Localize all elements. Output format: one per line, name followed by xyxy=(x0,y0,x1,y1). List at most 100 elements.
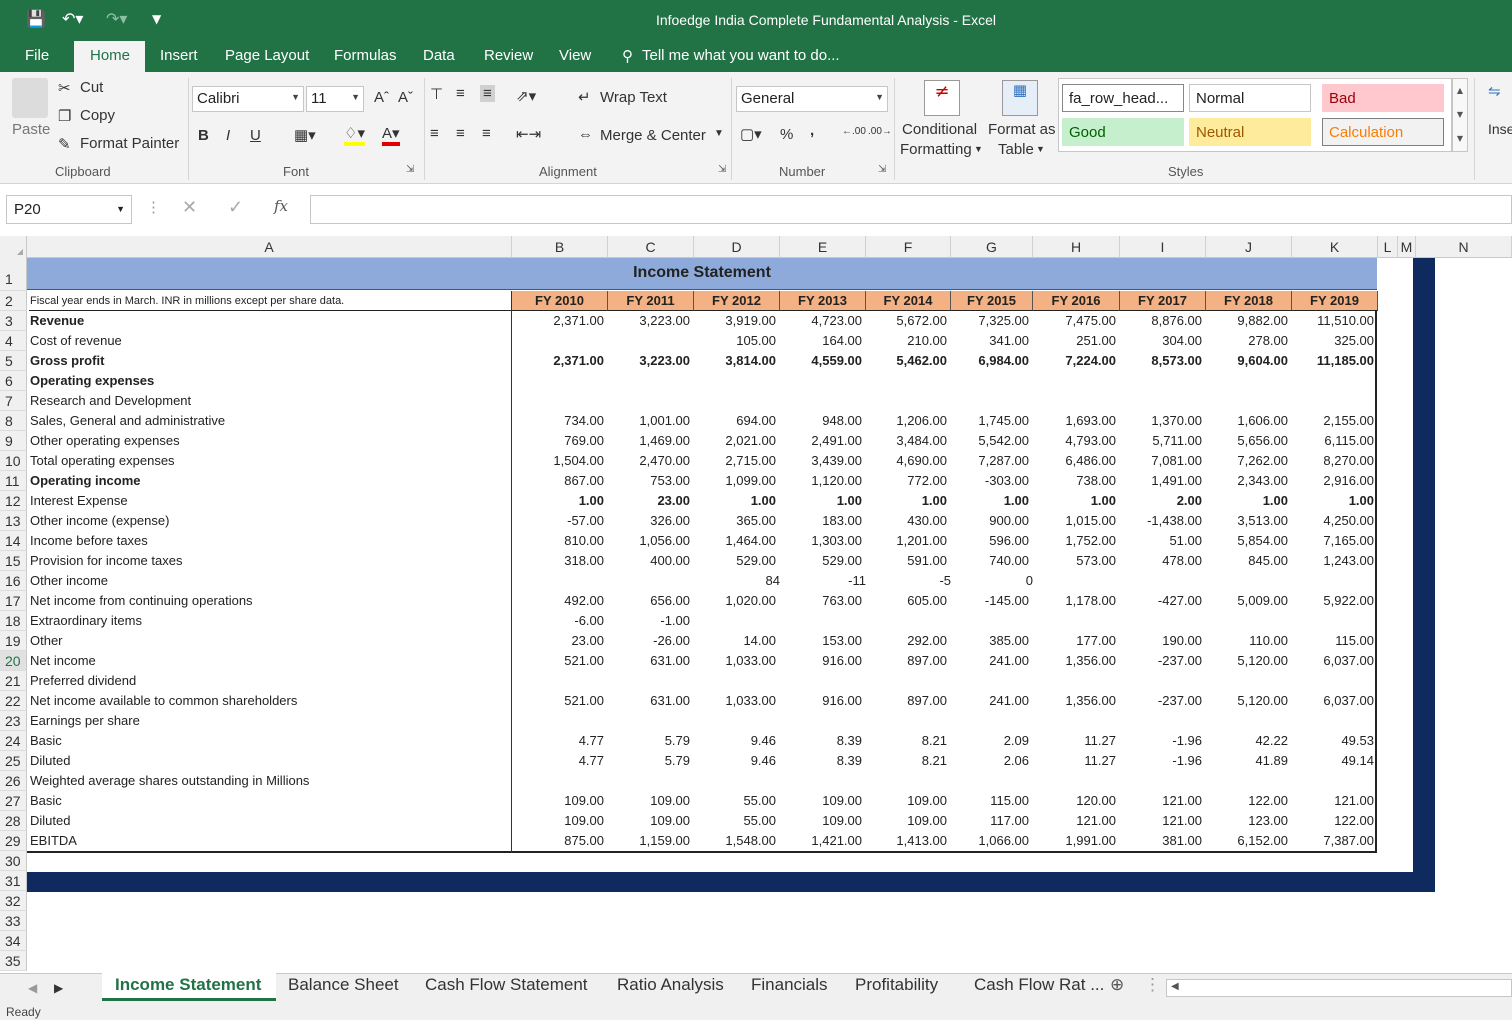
row-label[interactable]: Total operating expenses xyxy=(29,451,511,471)
data-cell[interactable]: 738.00 xyxy=(1033,471,1120,491)
data-cell[interactable]: 153.00 xyxy=(780,631,866,651)
year-header[interactable]: FY 2017 xyxy=(1120,291,1206,311)
data-cell[interactable]: 2,715.00 xyxy=(694,451,780,471)
data-cell[interactable] xyxy=(866,711,951,731)
data-cell[interactable]: 1.00 xyxy=(694,491,780,511)
data-cell[interactable]: 900.00 xyxy=(951,511,1033,531)
data-cell[interactable]: 23.00 xyxy=(512,631,608,651)
data-cell[interactable]: -1.96 xyxy=(1120,731,1206,751)
row-header[interactable]: 23 xyxy=(0,711,27,731)
row-header[interactable]: 35 xyxy=(0,951,27,971)
column-header-b[interactable]: B xyxy=(512,236,608,258)
year-header[interactable]: FY 2018 xyxy=(1206,291,1292,311)
align-left-icon[interactable]: ≡ xyxy=(430,125,439,142)
data-cell[interactable]: 304.00 xyxy=(1120,331,1206,351)
sheet-tab-ratio-analysis[interactable]: Ratio Analysis xyxy=(617,975,724,995)
data-cell[interactable]: 7,081.00 xyxy=(1120,451,1206,471)
row-header[interactable]: 12 xyxy=(0,491,27,511)
data-cell[interactable]: 6,152.00 xyxy=(1206,831,1292,851)
data-cell[interactable]: 1,243.00 xyxy=(1292,551,1378,571)
data-cell[interactable]: 573.00 xyxy=(1033,551,1120,571)
data-cell[interactable]: 2,371.00 xyxy=(512,311,608,331)
data-cell[interactable]: 1,159.00 xyxy=(608,831,694,851)
data-cell[interactable]: 1,469.00 xyxy=(608,431,694,451)
data-cell[interactable] xyxy=(608,711,694,731)
column-header-c[interactable]: C xyxy=(608,236,694,258)
font-color-icon[interactable]: A▾ xyxy=(382,124,400,146)
data-cell[interactable]: 1,464.00 xyxy=(694,531,780,551)
data-cell[interactable]: 1,056.00 xyxy=(608,531,694,551)
row-header[interactable]: 17 xyxy=(0,591,27,611)
data-cell[interactable] xyxy=(780,391,866,411)
data-cell[interactable]: 5,672.00 xyxy=(866,311,951,331)
row-label[interactable]: Other income xyxy=(29,571,511,591)
row-header[interactable]: 14 xyxy=(0,531,27,551)
row-header[interactable]: 19 xyxy=(0,631,27,651)
data-cell[interactable]: 210.00 xyxy=(866,331,951,351)
row-label[interactable]: Extraordinary items xyxy=(29,611,511,631)
prev-sheet-icon[interactable]: ◀ xyxy=(28,981,37,995)
data-cell[interactable] xyxy=(608,371,694,391)
data-cell[interactable] xyxy=(1120,711,1206,731)
data-cell[interactable]: 241.00 xyxy=(951,691,1033,711)
copy-button[interactable]: Copy xyxy=(80,107,115,124)
data-cell[interactable]: 42.22 xyxy=(1206,731,1292,751)
row-header[interactable]: 21 xyxy=(0,671,27,691)
data-cell[interactable]: 1.00 xyxy=(512,491,608,511)
data-cell[interactable]: 1,356.00 xyxy=(1033,651,1120,671)
row-label[interactable]: Other income (expense) xyxy=(29,511,511,531)
data-cell[interactable] xyxy=(1292,371,1378,391)
data-cell[interactable]: 694.00 xyxy=(694,411,780,431)
data-cell[interactable] xyxy=(608,391,694,411)
data-cell[interactable]: 381.00 xyxy=(1120,831,1206,851)
data-cell[interactable]: 6,037.00 xyxy=(1292,691,1378,711)
data-cell[interactable] xyxy=(694,371,780,391)
row-header[interactable]: 5 xyxy=(0,351,27,371)
data-cell[interactable]: 1.00 xyxy=(1033,491,1120,511)
horizontal-scrollbar[interactable]: ◀ xyxy=(1166,979,1512,997)
data-cell[interactable]: 1,991.00 xyxy=(1033,831,1120,851)
data-cell[interactable]: 1,120.00 xyxy=(780,471,866,491)
data-cell[interactable] xyxy=(1120,571,1206,591)
data-cell[interactable]: 1,020.00 xyxy=(694,591,780,611)
data-cell[interactable] xyxy=(512,571,608,591)
data-cell[interactable]: 49.53 xyxy=(1292,731,1378,751)
sheet-tab-balance-sheet[interactable]: Balance Sheet xyxy=(288,975,399,995)
conditional-formatting-icon[interactable]: ≠ xyxy=(924,80,960,116)
data-cell[interactable]: 1,370.00 xyxy=(1120,411,1206,431)
data-cell[interactable] xyxy=(1033,391,1120,411)
data-cell[interactable]: 4,250.00 xyxy=(1292,511,1378,531)
data-cell[interactable] xyxy=(608,671,694,691)
year-header[interactable]: FY 2012 xyxy=(694,291,780,311)
cut-button[interactable]: Cut xyxy=(80,79,103,96)
data-cell[interactable] xyxy=(1033,771,1120,791)
row-header[interactable]: 27 xyxy=(0,791,27,811)
data-cell[interactable]: 591.00 xyxy=(866,551,951,571)
data-cell[interactable]: 251.00 xyxy=(1033,331,1120,351)
data-cell[interactable] xyxy=(512,711,608,731)
row-header[interactable]: 34 xyxy=(0,931,27,951)
add-sheet-icon[interactable]: ⊕ xyxy=(1110,975,1124,995)
data-cell[interactable]: 51.00 xyxy=(1120,531,1206,551)
conditional-formatting-label-2[interactable]: Formatting xyxy=(900,141,972,158)
data-cell[interactable] xyxy=(866,771,951,791)
data-cell[interactable]: 916.00 xyxy=(780,691,866,711)
data-cell[interactable] xyxy=(512,671,608,691)
data-cell[interactable]: 8.21 xyxy=(866,731,951,751)
row-header[interactable]: 25 xyxy=(0,751,27,771)
cancel-icon[interactable]: ✕ xyxy=(182,197,197,218)
data-cell[interactable]: 2,470.00 xyxy=(608,451,694,471)
data-cell[interactable] xyxy=(1292,771,1378,791)
data-cell[interactable] xyxy=(1206,711,1292,731)
name-box[interactable]: P20 ▼ xyxy=(6,195,132,224)
style-bad[interactable]: Bad xyxy=(1322,84,1444,112)
data-cell[interactable]: 3,484.00 xyxy=(866,431,951,451)
data-cell[interactable] xyxy=(1292,711,1378,731)
row-label[interactable]: Sales, General and administrative xyxy=(29,411,511,431)
data-cell[interactable]: -237.00 xyxy=(1120,651,1206,671)
data-cell[interactable]: 9,882.00 xyxy=(1206,311,1292,331)
data-cell[interactable]: 529.00 xyxy=(780,551,866,571)
data-cell[interactable]: -427.00 xyxy=(1120,591,1206,611)
data-cell[interactable]: 6,037.00 xyxy=(1292,651,1378,671)
data-cell[interactable]: 875.00 xyxy=(512,831,608,851)
